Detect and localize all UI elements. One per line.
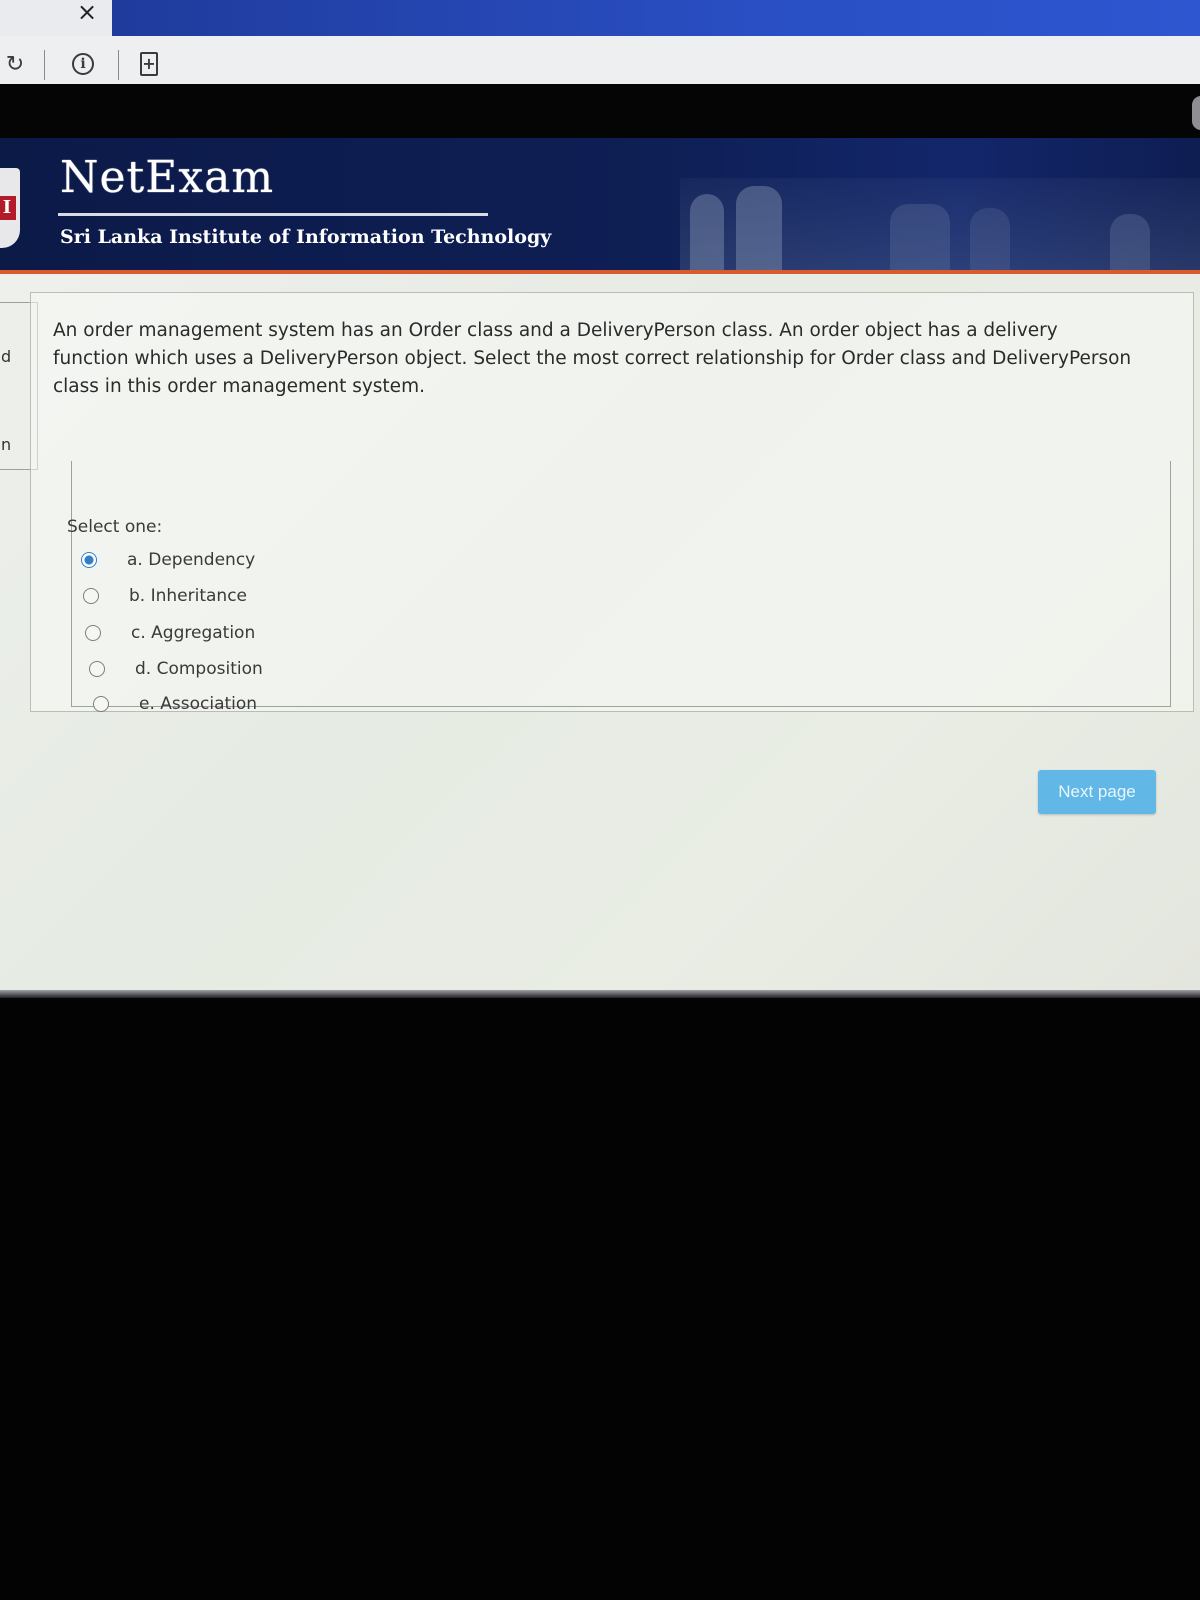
option-label[interactable]: d. Composition xyxy=(135,659,263,679)
option-label[interactable]: e. Association xyxy=(139,694,257,714)
browser-toolbar xyxy=(0,36,1200,84)
toolbar-divider xyxy=(118,50,119,80)
option-d[interactable]: d. Composition xyxy=(89,656,263,682)
screen-edge xyxy=(0,990,1200,998)
radio-selected-icon[interactable] xyxy=(81,552,97,568)
close-tab-icon[interactable]: × xyxy=(74,0,100,26)
option-label[interactable]: c. Aggregation xyxy=(131,623,255,643)
active-tab[interactable] xyxy=(112,0,1200,36)
option-e[interactable]: e. Association xyxy=(93,691,257,717)
nav-fragment: d xyxy=(1,347,12,366)
radio-icon[interactable] xyxy=(89,661,105,677)
site-header: I NetExam Sri Lanka Institute of Informa… xyxy=(0,138,1200,274)
browser-tab-bar: × xyxy=(0,0,1200,36)
reload-icon[interactable]: ↻ xyxy=(2,50,28,78)
question-card: An order management system has an Order … xyxy=(30,292,1194,714)
option-label[interactable]: b. Inheritance xyxy=(129,586,247,606)
option-b[interactable]: b. Inheritance xyxy=(83,583,247,609)
radio-icon[interactable] xyxy=(83,588,99,604)
sliit-logo: I xyxy=(0,168,20,248)
header-banner-photo xyxy=(680,178,1200,274)
scroll-knob[interactable] xyxy=(1192,96,1200,130)
page-content: d n An order management system has an Or… xyxy=(0,274,1200,990)
next-page-button[interactable]: Next page xyxy=(1038,770,1156,814)
browser-dark-band xyxy=(0,84,1200,138)
option-label[interactable]: a. Dependency xyxy=(127,550,255,570)
radio-icon[interactable] xyxy=(85,625,101,641)
option-c[interactable]: c. Aggregation xyxy=(85,620,255,646)
brand-underline xyxy=(58,213,488,216)
select-one-label: Select one: xyxy=(67,517,163,537)
institute-name: Sri Lanka Institute of Information Techn… xyxy=(60,226,552,248)
info-icon[interactable]: i xyxy=(68,50,98,78)
radio-icon[interactable] xyxy=(93,696,109,712)
nav-fragment: n xyxy=(1,435,12,454)
option-a[interactable]: a. Dependency xyxy=(81,547,255,573)
add-page-icon[interactable]: + xyxy=(136,50,162,78)
toolbar-divider xyxy=(44,50,45,80)
question-text: An order management system has an Order … xyxy=(53,320,1132,397)
brand-title: NetExam xyxy=(60,152,275,203)
